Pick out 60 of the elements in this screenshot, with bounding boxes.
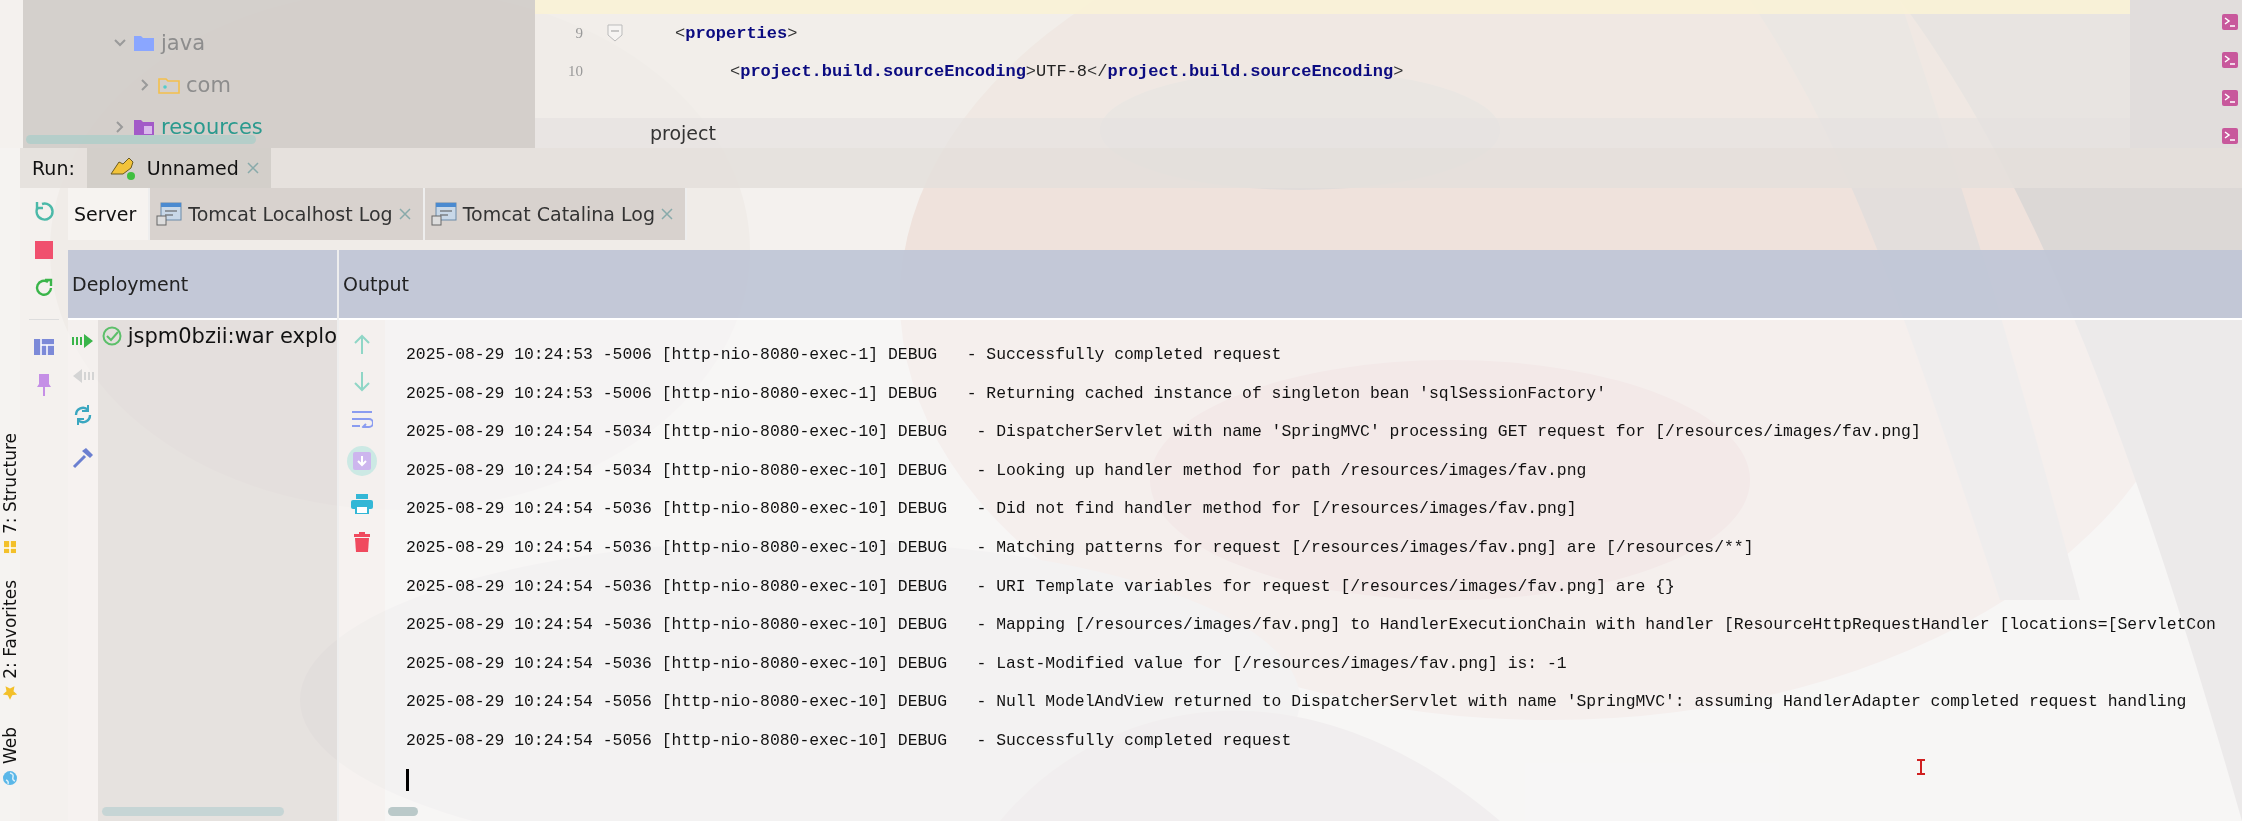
package-folder-icon <box>158 76 180 94</box>
log-line: 2025-08-29 10:24:54 -5036 [http-nio-8080-exec-10] DEBUG - Mapping [/resources/images/fav.png] to HandlerExecutionChain with handler [ResourceHttpRequestHandler [locations=[ServletCon <box>406 614 2217 637</box>
close-icon[interactable] <box>660 208 673 220</box>
log-line: 2025-08-29 10:24:54 -5036 [http-nio-8080-exec-10] DEBUG - URI Template variables for request [/resources/images/fav.png] are {} <box>406 575 1676 598</box>
terminal-icon <box>2222 90 2238 106</box>
code-line: <project.build.sourceEncoding>UTF-8</project.build.sourceEncoding> <box>730 61 1404 81</box>
log-window-icon <box>430 202 457 226</box>
stop-icon[interactable] <box>35 241 53 259</box>
terminal-icon <box>2222 128 2238 144</box>
deploy-icon[interactable] <box>71 334 94 348</box>
tab[interactable]: Tomcat Catalina Log <box>424 188 687 240</box>
scrollbar[interactable] <box>101 807 284 816</box>
terminal-icon <box>2222 52 2238 68</box>
deployment-item[interactable]: jspm0bzii:war explo <box>97 324 337 348</box>
log-line: 2025-08-29 10:24:54 -5034 [http-nio-8080-exec-10] DEBUG - DispatcherServlet with name 'SpringMVC' processing GET request for [/resources/images/fav.png] <box>406 421 1922 444</box>
star-icon <box>2 684 18 701</box>
folder-icon <box>133 34 155 52</box>
log-line: 2025-08-29 10:24:54 -5056 [http-nio-8080-exec-10] DEBUG - Null ModelAndView returned to DispatcherServlet with name 'SpringMVC': assuming HandlerAdapter completed request handling <box>406 691 2188 714</box>
line-number: 10 <box>567 62 583 80</box>
structure-icon <box>3 540 17 555</box>
scrollbar[interactable] <box>26 135 256 144</box>
close-icon[interactable] <box>398 208 411 220</box>
resource-folder-icon <box>133 118 155 136</box>
log-line: 2025-08-29 10:24:54 -5036 [http-nio-8080-exec-10] DEBUG - Did not find handler method for [/resources/images/fav.png] <box>406 498 1578 521</box>
log-line: 2025-08-29 10:24:54 -5056 [http-nio-8080-exec-10] DEBUG - Successfully completed request <box>406 729 1293 752</box>
globe-icon <box>2 769 18 786</box>
tab[interactable]: Tomcat Localhost Log <box>150 188 425 240</box>
soft-wrap-icon[interactable] <box>351 410 373 428</box>
text-caret <box>406 768 409 791</box>
undeploy-icon[interactable] <box>71 369 94 383</box>
scrollbar[interactable] <box>388 807 418 816</box>
pin-icon[interactable] <box>37 374 51 396</box>
print-icon[interactable] <box>351 494 373 514</box>
terminal-icon <box>2222 14 2238 30</box>
rerun-icon[interactable] <box>33 200 55 222</box>
arrow-up-icon[interactable] <box>353 334 371 354</box>
tool-window-button[interactable]: Web <box>0 726 20 786</box>
column-header: Output <box>339 250 2242 318</box>
log-line: 2025-08-29 10:24:54 -5036 [http-nio-8080-exec-10] DEBUG - Matching patterns for request [/resources/images/fav.png] are [/resources/**] <box>406 536 1755 559</box>
log-line: 2025-08-29 10:24:54 -5034 [http-nio-8080-exec-10] DEBUG - Looking up handler method for path /resources/images/fav.png <box>406 459 1588 482</box>
run-label: Run: <box>31 157 76 179</box>
log-line: 2025-08-29 10:24:54 -5036 [http-nio-8080-exec-10] DEBUG - Last-Modified value for [/resources/images/fav.png] is: -1 <box>406 652 1568 675</box>
run-tab[interactable]: Unnamed <box>86 148 271 188</box>
hammer-icon[interactable] <box>71 447 94 469</box>
log-window-icon <box>156 202 183 226</box>
close-icon[interactable] <box>246 162 259 174</box>
line-number: 9 <box>574 24 583 42</box>
text-cursor-icon <box>1917 759 1925 775</box>
breadcrumb[interactable]: project <box>650 122 716 144</box>
column-header: Deployment <box>68 250 337 318</box>
tab[interactable]: Server <box>68 188 151 240</box>
log-line: 2025-08-29 10:24:53 -5006 [http-nio-8080-exec-1] DEBUG - Returning cached instance of singleton bean 'sqlSessionFactory' <box>406 382 1607 405</box>
code-line: <properties> <box>675 23 798 43</box>
log-line: 2025-08-29 10:24:53 -5006 [http-nio-8080-exec-1] DEBUG - Successfully completed request <box>406 344 1283 366</box>
arrow-down-icon[interactable] <box>353 372 371 392</box>
tool-window-button[interactable]: 2: Favorites <box>0 580 20 701</box>
layout-icon[interactable] <box>34 339 54 355</box>
fold-marker-icon[interactable] <box>607 24 623 42</box>
trash-icon[interactable] <box>354 532 370 552</box>
tool-window-button[interactable]: 7: Structure <box>0 433 20 555</box>
